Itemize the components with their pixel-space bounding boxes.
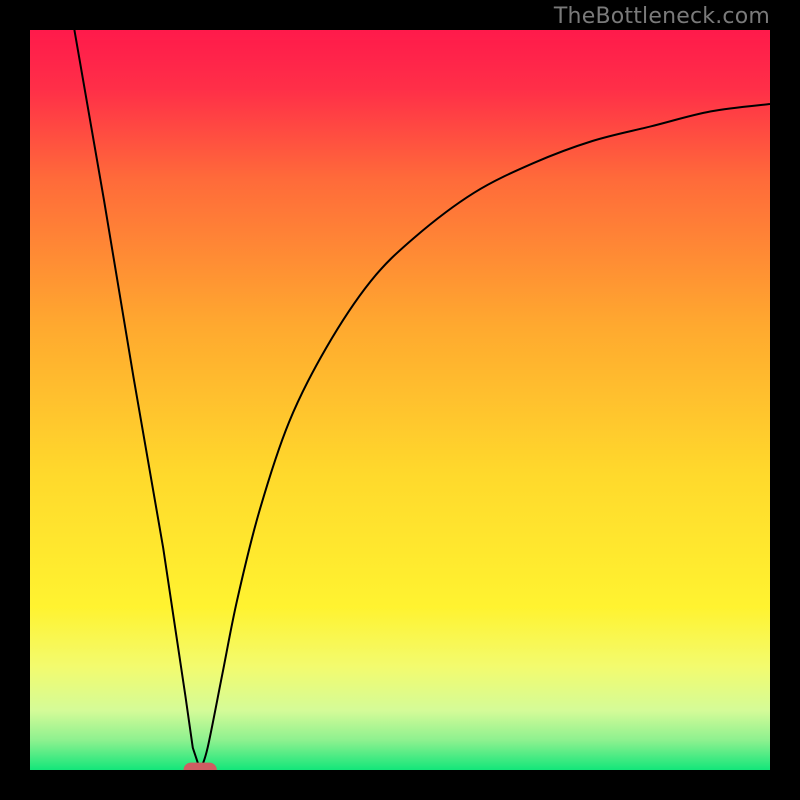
chart-frame: TheBottleneck.com	[0, 0, 800, 800]
attribution-label: TheBottleneck.com	[554, 4, 770, 29]
optimal-marker	[184, 763, 217, 770]
chart-background	[30, 30, 770, 770]
chart-plot	[30, 30, 770, 770]
